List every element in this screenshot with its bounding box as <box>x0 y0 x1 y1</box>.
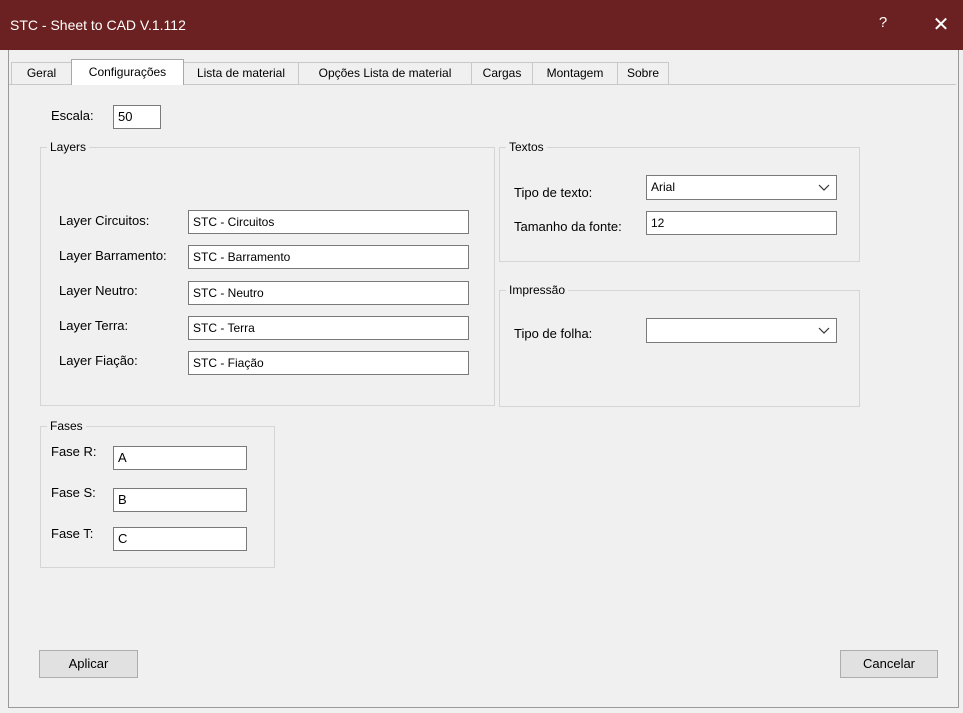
tamanho-fonte-input[interactable]: 12 <box>646 211 837 235</box>
tipo-texto-value: Arial <box>651 180 676 194</box>
textos-group-title: Textos <box>506 139 547 155</box>
apply-button[interactable]: Aplicar <box>39 650 138 678</box>
impressao-group-title: Impressão <box>506 282 569 298</box>
cancel-button[interactable]: Cancelar <box>840 650 938 678</box>
tamanho-fonte-label: Tamanho da fonte: <box>514 219 622 234</box>
layer-fiacao-input[interactable]: STC - Fiação <box>188 351 469 375</box>
layers-group-title: Layers <box>47 139 90 155</box>
tab-geral[interactable]: Geral <box>11 62 72 84</box>
tab-opcoes-lista-de-material[interactable]: Opções Lista de material <box>298 62 472 84</box>
close-button[interactable]: ✕ <box>926 12 956 38</box>
window-title: STC - Sheet to CAD V.1.112 <box>10 17 186 33</box>
configuracoes-panel: Escala: 50 Layers Layer Circuitos: STC -… <box>9 84 956 707</box>
help-button[interactable]: ? <box>868 14 898 38</box>
fase-t-label: Fase T: <box>51 526 94 541</box>
layer-circuitos-label: Layer Circuitos: <box>59 213 150 228</box>
layer-terra-label: Layer Terra: <box>59 318 129 333</box>
title-bar: STC - Sheet to CAD V.1.112 ? ✕ <box>0 0 963 50</box>
layer-barramento-input[interactable]: STC - Barramento <box>188 245 469 269</box>
fase-t-input[interactable]: C <box>113 527 247 551</box>
fase-s-input[interactable]: B <box>113 488 247 512</box>
tab-cargas[interactable]: Cargas <box>471 62 533 84</box>
layer-neutro-input[interactable]: STC - Neutro <box>188 281 469 305</box>
layer-circuitos-input[interactable]: STC - Circuitos <box>188 210 469 234</box>
layer-barramento-label: Layer Barramento: <box>59 248 167 263</box>
layer-terra-input[interactable]: STC - Terra <box>188 316 469 340</box>
escala-label: Escala: <box>51 108 94 123</box>
impressao-group: Impressão <box>499 282 860 407</box>
chevron-down-icon <box>818 176 830 207</box>
textos-group: Textos <box>499 139 860 262</box>
fase-s-label: Fase S: <box>51 485 96 500</box>
tipo-texto-select[interactable]: Arial <box>646 175 837 200</box>
layer-neutro-label: Layer Neutro: <box>59 283 138 298</box>
fase-r-input[interactable]: A <box>113 446 247 470</box>
fases-group-title: Fases <box>47 418 86 434</box>
layer-fiacao-label: Layer Fiação: <box>59 353 138 368</box>
tab-lista-de-material[interactable]: Lista de material <box>183 62 299 84</box>
tipo-texto-label: Tipo de texto: <box>514 185 593 200</box>
tipo-folha-label: Tipo de folha: <box>514 326 593 341</box>
dialog-window: Geral Configurações Lista de material Op… <box>8 50 959 708</box>
tab-montagem[interactable]: Montagem <box>532 62 618 84</box>
tab-configuracoes[interactable]: Configurações <box>71 59 184 85</box>
tipo-folha-select[interactable] <box>646 318 837 343</box>
escala-input[interactable]: 50 <box>113 105 161 129</box>
tab-sobre[interactable]: Sobre <box>617 62 669 84</box>
chevron-down-icon <box>818 319 830 350</box>
fase-r-label: Fase R: <box>51 444 97 459</box>
